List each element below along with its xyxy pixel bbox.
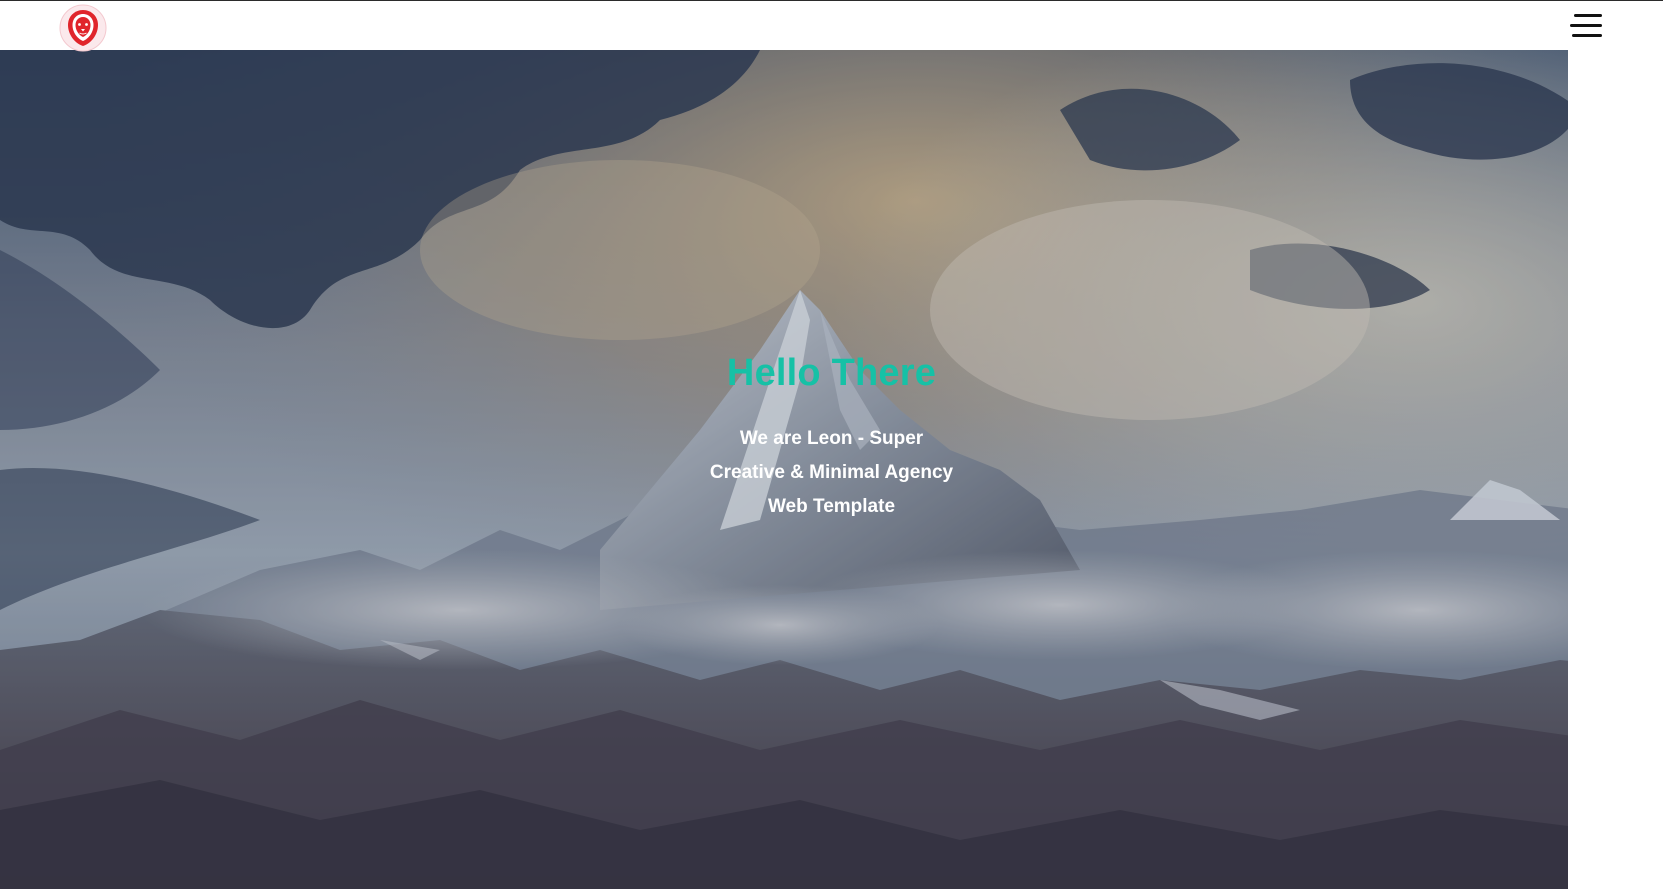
hero-content: Hello There We are Leon - Super Creative… xyxy=(0,50,1663,889)
menu-line xyxy=(1570,24,1602,27)
hero-subtitle-line: We are Leon - Super xyxy=(739,428,924,449)
hero-title: Hello There xyxy=(726,352,937,394)
hamburger-menu-icon[interactable] xyxy=(1566,11,1602,41)
hero-subtitle-line: Web Template xyxy=(767,496,896,517)
right-margin-strip xyxy=(1568,0,1663,889)
hero-subtitle: We are Leon - Super Creative & Minimal A… xyxy=(0,422,1663,524)
menu-line xyxy=(1574,14,1602,17)
top-navbar xyxy=(0,0,1663,53)
page: Hello There We are Leon - Super Creative… xyxy=(0,0,1663,889)
menu-line xyxy=(1572,34,1602,37)
lion-logo-icon[interactable] xyxy=(58,3,108,53)
hero-section: Hello There We are Leon - Super Creative… xyxy=(0,50,1663,889)
hero-subtitle-line: Creative & Minimal Agency xyxy=(709,462,954,483)
